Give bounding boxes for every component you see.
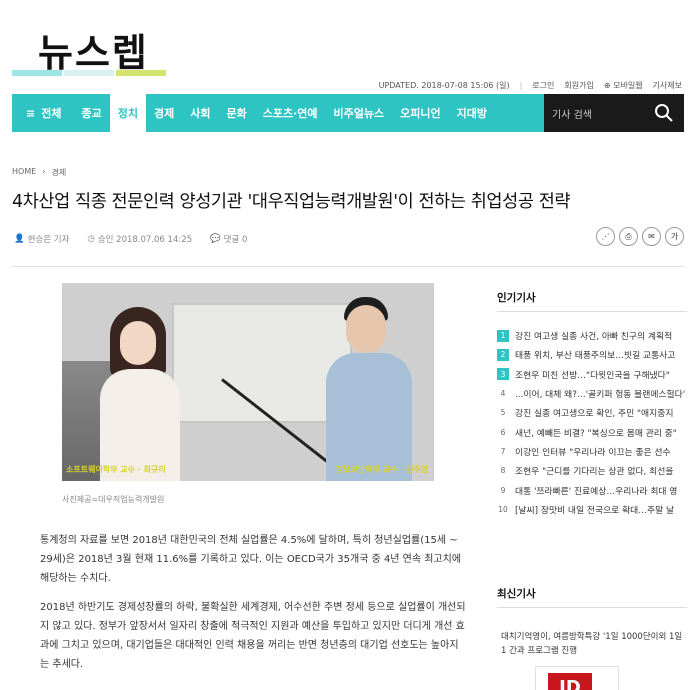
latest-item[interactable]: 대치기억영이, 여름방학특강 '1일 1000단이외 1일 1 간과 프로그램 …	[497, 630, 687, 658]
popular-item[interactable]: 7 이강인 인터뷰 "우리나라 이끄는 좋은 선수	[497, 442, 687, 461]
report-link[interactable]: 기사제보	[653, 80, 682, 91]
popular-item[interactable]: 4 ...이어, 대체 왜?…'골키퍼 헝동 블랜에스헐다'	[497, 384, 687, 403]
breadcrumb-section[interactable]: 경제	[51, 167, 66, 178]
popular-item[interactable]: 10 [날씨] 장맛비 내일 전국으로 확대…주말 날	[497, 500, 687, 519]
search-icon[interactable]	[654, 103, 674, 123]
approved-time: ◷ 승인 2018.07.06 14:25	[87, 234, 193, 245]
photo-caption-right: 정보보안학부 교수 · 김주영	[335, 465, 428, 474]
nav-item-culture[interactable]: 문화	[218, 94, 254, 132]
latest-articles: 최신기사 대치기억영이, 여름방학특강 '1일 1000단이외 1일 1 간과 …	[497, 586, 687, 690]
popular-item[interactable]: 9 대통 '쯔라빠른' 진료예상…우리나라 최대 영	[497, 480, 687, 499]
chevron-right-icon: ›	[42, 167, 46, 176]
latest-title: 최신기사	[497, 588, 536, 600]
popular-articles: 인기기사 1 강진 여고생 실종 사건, 아빠 친구의 계획적 2 태풍 위치, 부…	[497, 290, 687, 519]
search-input[interactable]: 기사 검색	[544, 94, 684, 132]
nav-item-religion[interactable]: 종교	[73, 94, 109, 132]
popular-title: 인기기사	[497, 292, 536, 304]
author: 👤 현승은 기자	[14, 234, 70, 245]
popular-item[interactable]: 3 조현우 미친 선방…"다윗인국을 구해냈다"	[497, 365, 687, 384]
email-icon[interactable]: ✉	[642, 227, 661, 246]
jd-logo: JD	[548, 673, 592, 690]
person-icon: 👤	[14, 234, 25, 244]
projection-screen	[172, 303, 352, 423]
print-icon[interactable]: ⎙	[619, 227, 638, 246]
nav-item-sports[interactable]: 스포츠·연예	[255, 94, 326, 132]
search-placeholder: 기사 검색	[552, 109, 592, 121]
latest-thumbnail[interactable]: JD	[535, 666, 619, 690]
photo-credit: 사진제공=대우직업능력개발원	[62, 495, 165, 504]
nav-all-label: 전체	[41, 107, 62, 120]
share-tools: ⋰ ⎙ ✉ 가	[596, 227, 684, 246]
updated-time: UPDATED. 2018-07-08 15:06 (일)	[378, 81, 510, 90]
signup-link[interactable]: 회원가입	[564, 80, 593, 91]
comment-count[interactable]: 💬 댓글 0	[210, 233, 247, 245]
site-logo[interactable]: 뉴스렙	[38, 22, 149, 77]
nav-item-visual-news[interactable]: 비주얼뉴스	[326, 94, 393, 132]
popular-item[interactable]: 6 새넌, 예빼든 비결? "복싱으로 몸매 관리 중"	[497, 422, 687, 441]
breadcrumb-home[interactable]: HOME	[12, 167, 36, 178]
nav-item-politics[interactable]: 정치	[109, 94, 146, 132]
logo-color-bars	[12, 70, 166, 76]
nav-item-society[interactable]: 사회	[182, 94, 218, 132]
mobile-web-link[interactable]: ⊕ 모바일웹	[604, 80, 643, 91]
nav-item-jidaebang[interactable]: 지대방	[449, 94, 495, 132]
main-nav: ≡ 전체 종교 정치 경제 사회 문화 스포츠·연예 비주얼뉴스 오피니언 지대…	[12, 94, 684, 132]
article-photo: 소프트웨어학부 교수 · 최규리 정보보안학부 교수 · 김주영	[62, 283, 434, 481]
nav-all-button[interactable]: ≡ 전체	[12, 94, 73, 132]
login-link[interactable]: 로그인	[532, 80, 554, 91]
clock-icon: ◷	[87, 234, 95, 244]
article-title: 4차산업 직종 전문인력 양성기관 '대우직업능력개발원'이 전하는 취업성공 …	[12, 192, 571, 212]
article-paragraph: 통계청의 자료를 보면 2018년 대한민국의 전체 실업률은 4.5%에 달하…	[40, 535, 462, 584]
nav-item-opinion[interactable]: 오피니언	[392, 94, 448, 132]
popular-item[interactable]: 2 태풍 위치, 부산 태풍주의보…빗길 교통사고	[497, 345, 687, 364]
hamburger-icon: ≡	[26, 106, 36, 120]
share-icon[interactable]: ⋰	[596, 227, 615, 246]
article-meta: 👤 현승은 기자 ◷ 승인 2018.07.06 14:25 💬 댓글 0	[14, 233, 247, 245]
utility-bar: UPDATED. 2018-07-08 15:06 (일) | 로그인 회원가입…	[378, 80, 682, 91]
breadcrumb: HOME › 경제	[12, 167, 66, 178]
article-paragraph: 2018년 하반기도 경제성장률의 하락, 불확실한 세계경제, 어수선한 주변…	[40, 602, 466, 670]
nav-item-economy[interactable]: 경제	[146, 94, 182, 132]
popular-item[interactable]: 1 강진 여고생 실종 사건, 아빠 친구의 계획적	[497, 326, 687, 345]
font-size-icon[interactable]: 가	[665, 227, 684, 246]
photo-caption-left: 소프트웨어학부 교수 · 최규리	[66, 465, 166, 474]
popular-item[interactable]: 5 강진 실종 여고생으로 확인, 주민 "애지중지	[497, 403, 687, 422]
header-divider	[12, 266, 684, 267]
popular-item[interactable]: 8 조현우 "근디를 기다리는 상관 없다, 최선을	[497, 461, 687, 480]
comment-icon: 💬	[210, 234, 221, 244]
